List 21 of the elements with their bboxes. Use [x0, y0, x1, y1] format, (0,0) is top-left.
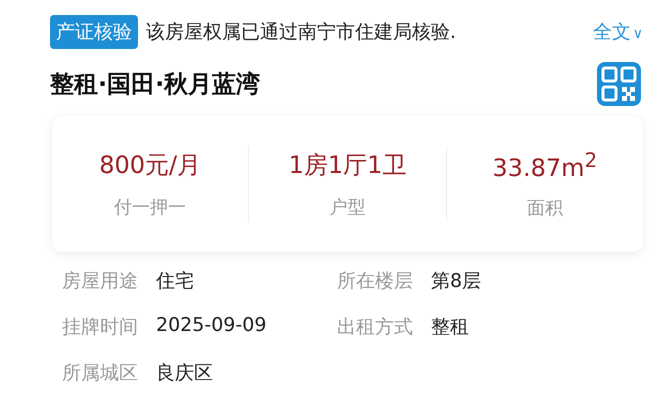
detail-label: 所属城区	[62, 361, 138, 386]
qr-code-icon[interactable]	[597, 62, 641, 106]
detail-label: 挂牌时间	[62, 315, 138, 340]
summary-label: 面积	[526, 197, 563, 220]
full-text-link[interactable]: 全文∨	[592, 19, 643, 45]
detail-label: 所在楼层	[337, 269, 413, 294]
detail-value: 整租	[431, 315, 469, 340]
verification-badge: 产证核验	[50, 14, 138, 50]
verification-message: 该房屋权属已通过南宁市住建局核验.	[146, 20, 456, 45]
listing-title: 整租·国田·秋月蓝湾	[50, 69, 260, 100]
detail-label: 出租方式	[337, 315, 413, 340]
summary-label: 户型	[329, 196, 366, 219]
summary-value: 800元/月	[99, 150, 202, 181]
detail-value: 良庆区	[156, 361, 213, 386]
detail-label: 房屋用途	[62, 269, 138, 294]
summary-value: 1房1厅1卫	[288, 150, 406, 181]
summary-label: 付一押一	[114, 196, 186, 219]
summary-value: 33.87m$^{2}$	[492, 148, 598, 182]
detail-value: 住宅	[156, 269, 194, 294]
detail-value: 第8层	[431, 269, 482, 294]
detail-value: 2025-09-09	[156, 314, 266, 338]
